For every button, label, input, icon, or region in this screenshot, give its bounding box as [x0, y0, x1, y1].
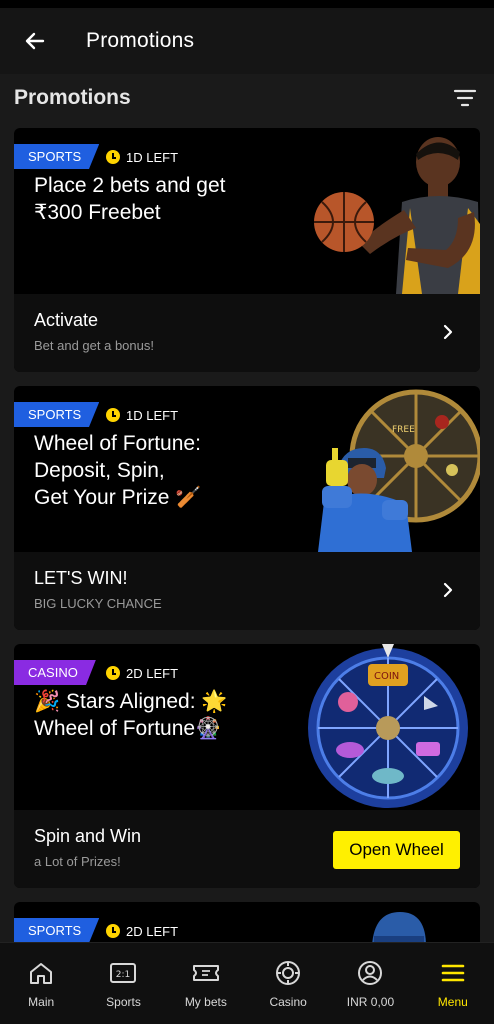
svg-text:2:1: 2:1 — [116, 970, 130, 980]
promo-title: Place 2 bets and get ₹300 Freebet — [34, 174, 226, 224]
nav-label: Casino — [269, 995, 307, 1009]
category-badge: SPORTS — [14, 144, 100, 169]
nav-label: INR 0,00 — [346, 995, 395, 1009]
fortune-wheel-image: COIN — [308, 644, 468, 808]
promo-action-row[interactable]: Activate Bet and get a bonus! — [14, 294, 480, 372]
promotions-list[interactable]: Promotions SPORTS 1D LEFT Place 2 bets a… — [0, 74, 494, 942]
arrow-left-icon — [25, 32, 45, 50]
time-left: 1D LEFT — [106, 146, 178, 168]
open-wheel-button[interactable]: Open Wheel — [333, 831, 460, 869]
promo-card[interactable]: SPORTS 2D LEFT — [14, 902, 480, 942]
category-badge: CASINO — [14, 660, 96, 685]
category-badge: SPORTS — [14, 918, 100, 942]
promo-action-row[interactable]: Spin and Win a Lot of Prizes! Open Wheel — [14, 810, 480, 888]
promo-title: 🎉 Stars Aligned: 🌟 Wheel of Fortune🎡 — [34, 690, 228, 740]
time-left: 2D LEFT — [106, 920, 178, 942]
chevron-right-icon[interactable] — [442, 322, 454, 342]
nav-item-casino[interactable]: Casino — [247, 943, 329, 1024]
app-bar: Promotions — [0, 8, 494, 74]
nav-label: Main — [28, 995, 55, 1009]
time-left-label: 2D LEFT — [126, 923, 179, 939]
nav-label: My bets — [184, 995, 227, 1009]
promo-cta-title: Activate — [34, 310, 99, 330]
time-left: 2D LEFT — [106, 662, 178, 684]
filter-button[interactable] — [450, 83, 480, 113]
time-left-label: 1D LEFT — [126, 407, 179, 423]
promo-card[interactable]: SPORTS 1D LEFT Wheel of Fortune: Deposit… — [14, 386, 480, 630]
account-icon — [356, 959, 384, 987]
back-button[interactable] — [14, 20, 56, 62]
time-left-label: 1D LEFT — [126, 149, 179, 165]
time-left-label: 2D LEFT — [126, 665, 179, 681]
section-header: Promotions — [14, 80, 480, 116]
page-title: Promotions — [86, 29, 195, 52]
nav-item-main[interactable]: Main — [0, 943, 82, 1024]
home-icon — [27, 959, 55, 987]
promo-title: Wheel of Fortune: Deposit, Spin, Get You… — [34, 432, 202, 509]
promo-cta-title: Spin and Win — [34, 826, 142, 846]
clock-icon — [106, 150, 120, 164]
nav-item-account[interactable]: INR 0,00 — [329, 943, 411, 1024]
nav-item-my-bets[interactable]: My bets — [165, 943, 247, 1024]
nav-item-sports[interactable]: 2:1 Sports — [82, 943, 164, 1024]
section-title: Promotions — [14, 86, 131, 109]
clock-icon — [106, 666, 120, 680]
casino-chip-icon — [274, 959, 302, 987]
promo-action-row[interactable]: LET'S WIN! BIG LUCKY CHANCE — [14, 552, 480, 630]
cricket-wheel-image: FREE — [318, 389, 480, 552]
wheel-segment-text: COIN — [374, 671, 399, 682]
nav-label: Menu — [437, 995, 468, 1009]
cricket-helmet-image — [372, 912, 426, 942]
filter-icon — [453, 89, 477, 107]
promo-cta-title: LET'S WIN! — [34, 568, 128, 588]
chevron-right-icon[interactable] — [442, 580, 454, 600]
promo-card[interactable]: CASINO 2D LEFT 🎉 Stars Aligned: 🌟 Wheel … — [14, 644, 480, 888]
ticket-icon — [192, 959, 220, 987]
wheel-segment-text: FREE — [392, 425, 415, 435]
promo-cta-subtitle: a Lot of Prizes! — [34, 854, 121, 869]
clock-icon — [106, 408, 120, 422]
bottom-navigation: Main 2:1 Sports My bets Casino INR 0,00 … — [0, 942, 494, 1024]
menu-icon — [439, 959, 467, 987]
promo-card[interactable]: SPORTS 1D LEFT Place 2 bets and get ₹300… — [14, 128, 480, 372]
nav-label: Sports — [106, 995, 141, 1009]
clock-icon — [106, 924, 120, 938]
category-badge: SPORTS — [14, 402, 100, 427]
status-bar — [0, 0, 494, 8]
time-left: 1D LEFT — [106, 404, 178, 426]
promo-cta-subtitle: Bet and get a bonus! — [34, 338, 154, 353]
promo-cta-subtitle: BIG LUCKY CHANCE — [34, 596, 162, 611]
basketball-player-image — [314, 137, 480, 294]
scoreboard-icon: 2:1 — [109, 959, 137, 987]
nav-item-menu[interactable]: Menu — [412, 943, 494, 1024]
